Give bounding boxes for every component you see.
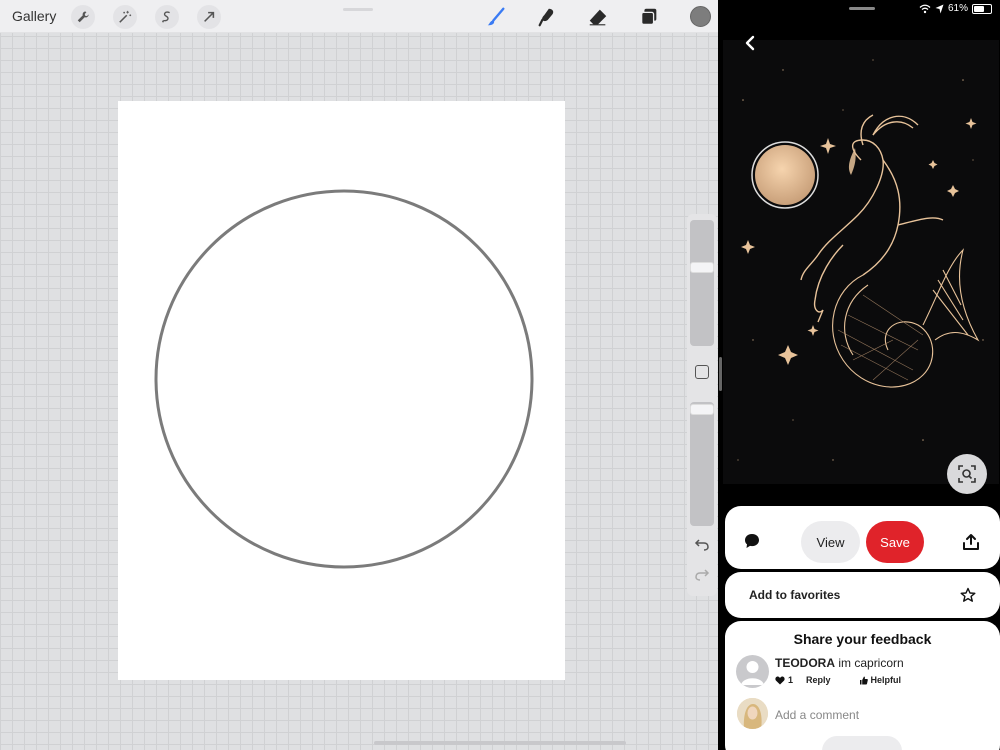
layers-icon[interactable] <box>637 5 661 29</box>
avatar[interactable] <box>736 655 769 688</box>
drawing-canvas[interactable] <box>118 101 565 680</box>
location-icon <box>935 4 944 13</box>
thumbs-up-icon <box>859 676 868 684</box>
status-indicators: 61% <box>919 3 992 14</box>
eraser-icon[interactable] <box>586 5 610 29</box>
status-bar: 61% <box>722 0 1000 18</box>
battery-percent: 61% <box>947 3 968 14</box>
back-chevron-icon[interactable] <box>740 33 760 53</box>
feedback-title: Share your feedback <box>793 631 932 647</box>
selection-icon[interactable] <box>155 5 179 29</box>
procreate-app: Gallery <box>0 0 718 750</box>
canvas-drawing <box>154 189 534 569</box>
add-comment-input[interactable]: Add a comment <box>775 708 859 722</box>
share-icon[interactable] <box>962 533 980 551</box>
transform-arrow-icon[interactable] <box>197 5 221 29</box>
helpful-button[interactable]: Helpful <box>859 675 902 685</box>
user-photo <box>737 698 768 729</box>
redo-icon[interactable] <box>693 566 711 582</box>
smudge-icon[interactable] <box>535 5 559 29</box>
save-button[interactable]: Save <box>866 521 924 563</box>
comment-text: TEODORA im capricorn <box>775 656 904 670</box>
wifi-icon <box>919 4 931 13</box>
battery-icon <box>972 3 992 14</box>
multitasking-grabber[interactable] <box>849 7 875 10</box>
like-button[interactable]: 1 <box>775 675 793 685</box>
default-avatar-icon <box>741 661 764 685</box>
pinterest-app: 61% View Save Add to favorites Share you… <box>722 0 1000 750</box>
reply-button[interactable]: Reply <box>806 675 831 685</box>
bottom-pill[interactable] <box>822 736 902 750</box>
helpful-label: Helpful <box>870 675 902 685</box>
color-swatch[interactable] <box>690 6 711 27</box>
visual-search-button[interactable] <box>947 454 987 494</box>
current-user-avatar <box>737 698 768 729</box>
undo-icon[interactable] <box>693 536 711 552</box>
comment-actions: 1 Reply Helpful <box>775 675 901 685</box>
add-to-favorites-row[interactable]: Add to favorites <box>725 572 1000 618</box>
like-count: 1 <box>788 675 794 685</box>
opacity-slider[interactable] <box>690 402 714 526</box>
pin-action-bar: View Save <box>725 506 1000 569</box>
comment-body: im capricorn <box>838 656 904 670</box>
capricorn-artwork <box>737 59 984 461</box>
modify-button[interactable] <box>695 365 709 379</box>
brush-icon[interactable] <box>484 5 508 29</box>
opacity-thumb[interactable] <box>690 404 714 415</box>
brush-size-thumb[interactable] <box>690 262 714 273</box>
procreate-toolbar: Gallery <box>0 0 718 33</box>
star-icon[interactable] <box>960 587 976 603</box>
lens-search-icon <box>958 465 976 483</box>
drawn-circle <box>154 189 534 569</box>
top-grabber[interactable] <box>343 8 373 11</box>
sidebar-panel <box>687 214 717 596</box>
favorites-label: Add to favorites <box>749 588 841 602</box>
feedback-section: Share your feedback TEODORA im capricorn… <box>725 621 1000 750</box>
heart-icon <box>775 676 785 684</box>
pin-image[interactable] <box>723 40 999 484</box>
battery-level <box>974 5 984 12</box>
comment-icon[interactable] <box>743 532 761 550</box>
gallery-button[interactable]: Gallery <box>12 8 56 24</box>
comment-author[interactable]: TEODORA <box>775 656 835 670</box>
magic-wand-icon[interactable] <box>113 5 137 29</box>
wrench-icon[interactable] <box>71 5 95 29</box>
brush-size-slider[interactable] <box>690 220 714 346</box>
view-button[interactable]: View <box>801 521 860 563</box>
home-indicator[interactable] <box>374 741 626 745</box>
